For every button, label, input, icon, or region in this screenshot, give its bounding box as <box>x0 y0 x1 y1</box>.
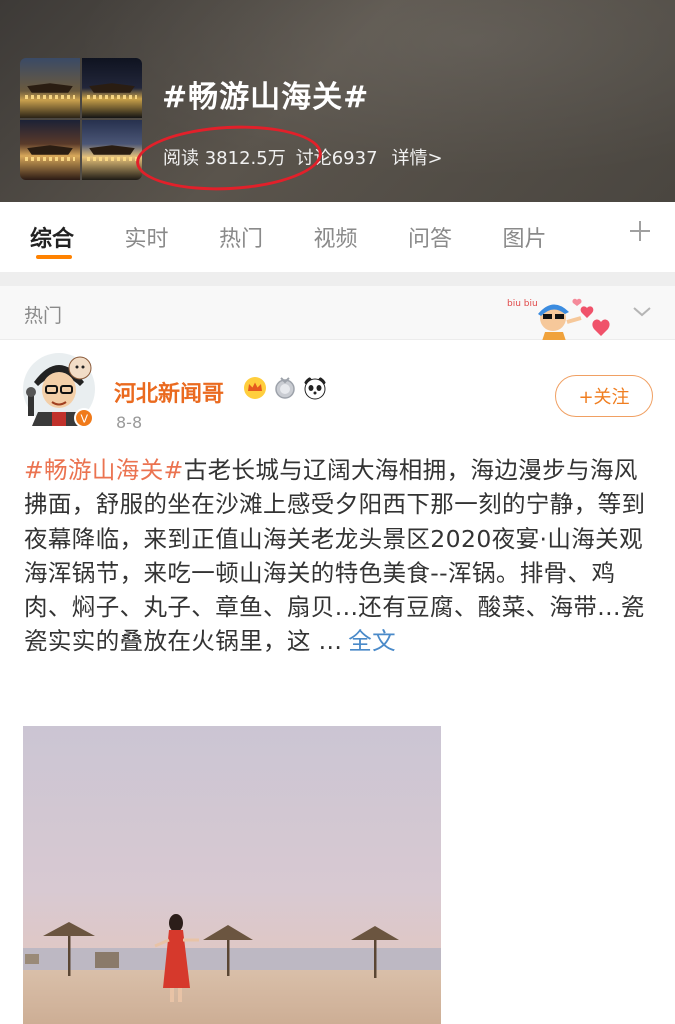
tab-video[interactable]: 视频 <box>314 221 409 253</box>
crown-badge-icon <box>244 377 266 399</box>
tab-bar: 综合 实时 热门 视频 问答 图片 <box>0 202 675 272</box>
chevron-down-icon[interactable] <box>631 300 653 322</box>
topic-cover-image <box>20 58 142 180</box>
follow-button[interactable]: +关注 <box>555 375 653 417</box>
avatar[interactable]: V <box>22 352 96 428</box>
full-text-link[interactable]: 全文 <box>348 627 396 655</box>
cartoon-sticker-icon: biu biu <box>507 298 610 344</box>
post-text: #畅游山海关#古老长城与辽阔大海相拥，海边漫步与海风拂面，舒服的坐在沙滩上感受夕… <box>24 453 654 659</box>
red-annotation-circle <box>134 121 324 195</box>
discuss-count: 6937 <box>331 148 378 169</box>
svg-text:V: V <box>81 413 89 426</box>
author-name[interactable]: 河北新闻哥 <box>114 376 224 408</box>
section-divider <box>0 272 675 286</box>
post-date: 8-8 <box>116 413 143 432</box>
post-photo[interactable] <box>23 726 441 1024</box>
topic-header: #畅游山海关# 阅读 3812.5万 讨论6937 详情> <box>0 0 675 202</box>
tab-qa[interactable]: 问答 <box>408 221 503 253</box>
tab-images[interactable]: 图片 <box>503 221 598 253</box>
weibo-post: V 河北新闻哥 8-8 +关注 #畅游山海关#古老长城与辽阔大海相拥，海边漫步与… <box>0 340 675 1024</box>
detail-link[interactable]: 详情> <box>392 144 443 170</box>
plus-icon[interactable] <box>627 218 653 250</box>
sticker-text: biu biu <box>507 299 538 309</box>
hashtag-link[interactable]: #畅游山海关# <box>24 456 184 484</box>
tab-hot[interactable]: 热门 <box>219 221 314 253</box>
tab-realtime[interactable]: 实时 <box>125 221 220 253</box>
tab-comprehensive[interactable]: 综合 <box>30 221 125 259</box>
active-tab-indicator <box>36 255 72 259</box>
topic-title: #畅游山海关# <box>162 80 370 115</box>
post-body: 古老长城与辽阔大海相拥，海边漫步与海风拂面，舒服的坐在沙滩上感受夕阳西下那一刻的… <box>24 456 646 656</box>
medal-badge-icon <box>275 377 295 399</box>
panda-badge-icon <box>304 377 326 400</box>
section-label: 热门 <box>24 305 63 327</box>
author-badges <box>243 376 327 400</box>
